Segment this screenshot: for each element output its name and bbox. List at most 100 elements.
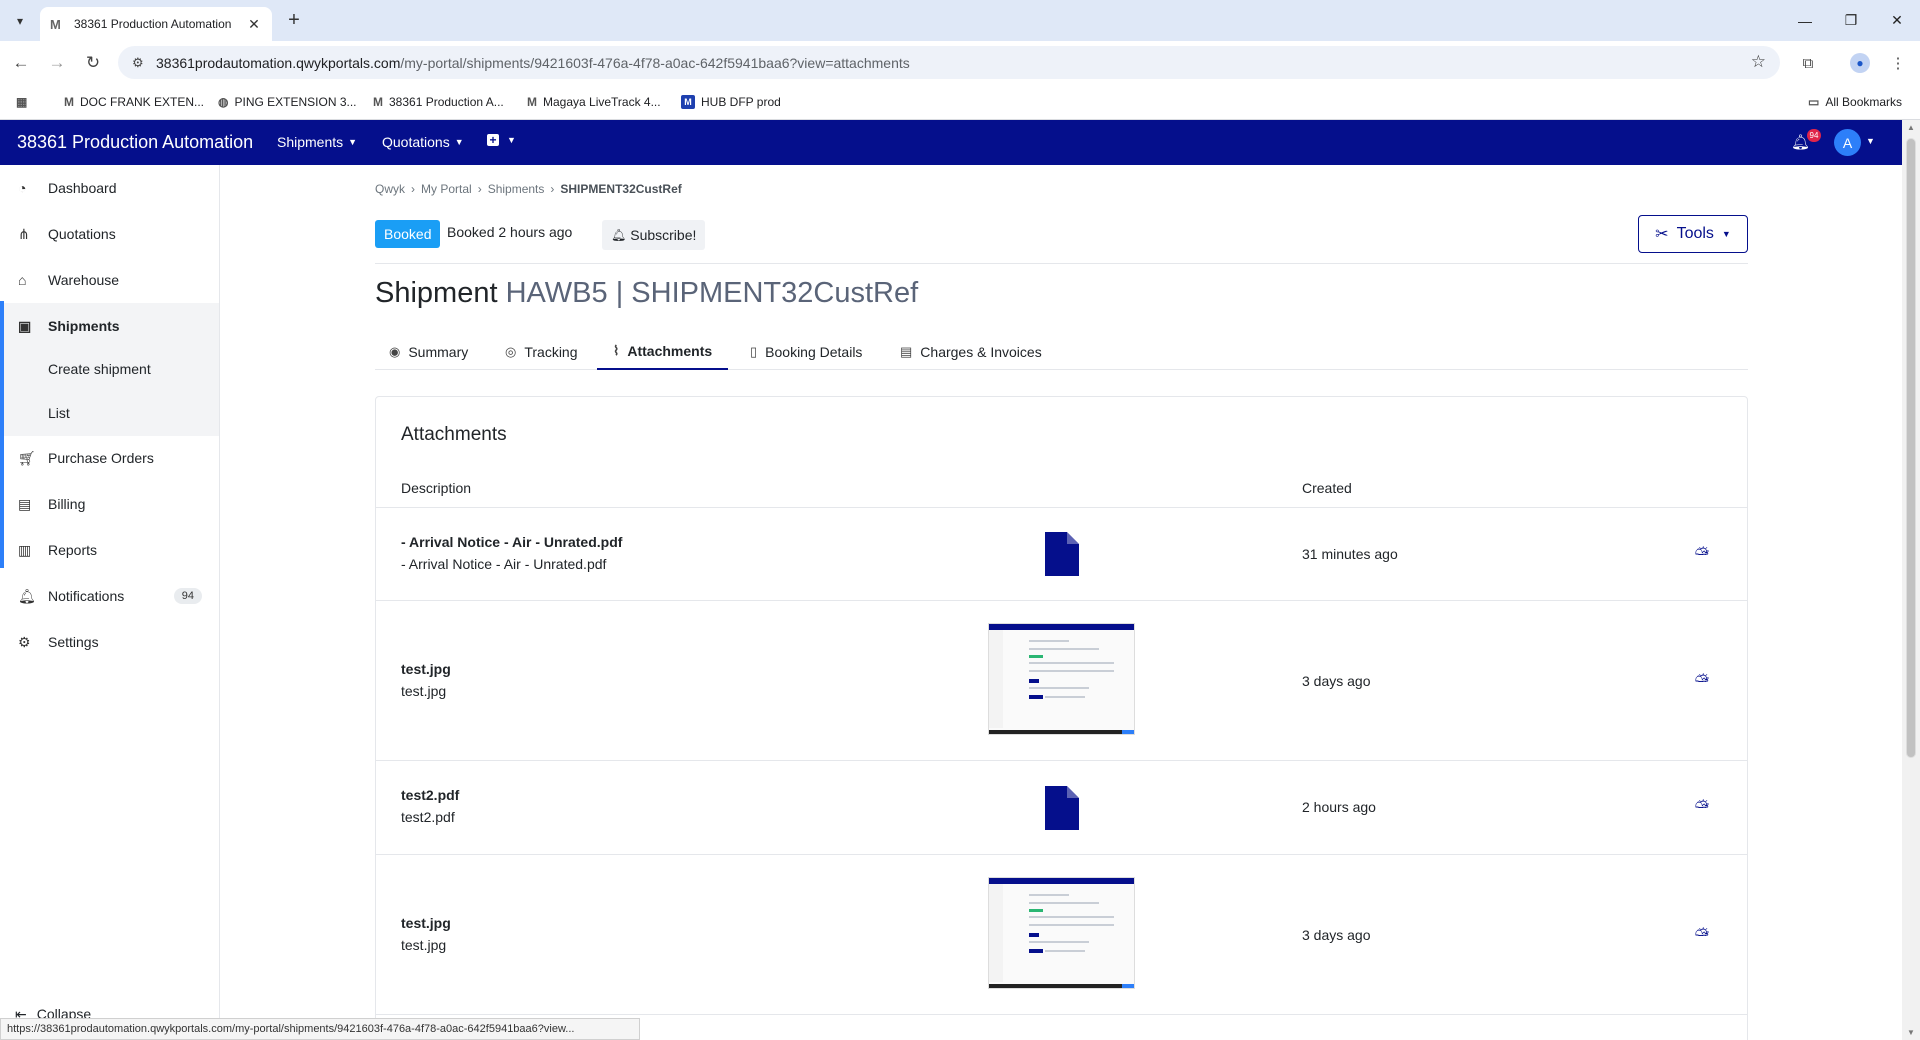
attachment-name[interactable]: test2.pdf bbox=[401, 787, 459, 803]
sidebar-item-quotations[interactable]: ⋔ Quotations bbox=[0, 211, 219, 257]
link-preview-statusbar: https://38361prodautomation.qwykportals.… bbox=[0, 1018, 640, 1040]
download-cloud-icon[interactable]: ⛅︎ bbox=[1690, 923, 1714, 947]
browser-menu-icon[interactable]: ⋮ bbox=[1886, 51, 1910, 75]
shipments-icon: ▣ bbox=[18, 317, 32, 334]
browser-tabstrip: ▾ M 38361 Production Automation ✕ + — ❐ … bbox=[0, 0, 1920, 41]
bookmark-item[interactable]: M DOC FRANK EXTEN... bbox=[64, 93, 204, 111]
column-header-description: Description bbox=[401, 480, 472, 496]
scrollbar-thumb[interactable] bbox=[1906, 138, 1916, 758]
nav-quotations[interactable]: Quotations ▼ bbox=[382, 134, 464, 150]
reload-icon[interactable]: ↻ bbox=[80, 50, 106, 76]
create-menu-button[interactable]: + ▼ bbox=[487, 134, 516, 146]
url-domain: 38361prodautomation.qwykportals.com bbox=[156, 54, 401, 71]
attachment-created: 31 minutes ago bbox=[1302, 546, 1398, 562]
bell-icon: 🔔︎ bbox=[18, 587, 36, 604]
site-info-icon[interactable]: ⚙ bbox=[132, 55, 156, 71]
table-row[interactable]: test.jpg test.jpg 3 days ago ⛅︎ bbox=[376, 855, 1747, 1015]
subscribe-button[interactable]: 🔔︎ Subscribe! bbox=[602, 220, 706, 250]
sidebar: ◔ Dashboard ⋔ Quotations ⌂ Warehouse ▣ Shipm… bbox=[0, 165, 220, 1040]
brand-title[interactable]: 38361 Production Automation bbox=[17, 132, 253, 153]
table-row[interactable]: test.jpg test.jpg 3 days ago ⛅︎ bbox=[376, 601, 1747, 761]
minimize-icon[interactable]: — bbox=[1782, 0, 1828, 41]
chevron-down-icon: ▼ bbox=[507, 135, 516, 145]
tab-attachments[interactable]: ⌇ Attachments bbox=[597, 333, 729, 370]
browser-tab[interactable]: M 38361 Production Automation ✕ bbox=[40, 7, 272, 41]
app-header: 38361 Production Automation Shipments ▼ Q… bbox=[0, 120, 1902, 165]
new-tab-icon[interactable]: + bbox=[282, 9, 306, 33]
extensions-icon[interactable]: ⧉ bbox=[1796, 51, 1820, 75]
image-thumbnail[interactable] bbox=[988, 623, 1135, 735]
bookmark-item[interactable]: M HUB DFP prod bbox=[681, 93, 781, 111]
pdf-file-icon[interactable] bbox=[1045, 532, 1079, 576]
table-row[interactable]: - Arrival Notice - Air - Unrated.pdf - A… bbox=[376, 508, 1747, 601]
sidebar-item-shipments[interactable]: ▣ Shipments bbox=[0, 303, 219, 349]
sidebar-item-notifications[interactable]: 🔔︎ Notifications 94 bbox=[0, 573, 219, 619]
bookmarks-bar: ▦ M DOC FRANK EXTEN... ◍ PING EXTENSION 3.… bbox=[0, 84, 1920, 120]
sidebar-item-warehouse[interactable]: ⌂ Warehouse bbox=[0, 257, 219, 303]
attachment-created: 3 days ago bbox=[1302, 927, 1371, 943]
attachment-created: 3 days ago bbox=[1302, 673, 1371, 689]
breadcrumb-shipments[interactable]: Shipments bbox=[488, 182, 545, 196]
avatar[interactable]: A bbox=[1834, 129, 1861, 156]
attachment-filename: test2.pdf bbox=[401, 809, 455, 825]
back-icon[interactable]: ← bbox=[8, 50, 34, 76]
attachments-card: Attachments Description Created - Arriva… bbox=[375, 396, 1748, 1040]
booked-time: Booked 2 hours ago bbox=[447, 224, 573, 240]
chevron-down-icon[interactable]: ▼ bbox=[1866, 136, 1875, 146]
quotations-icon: ⋔ bbox=[18, 225, 30, 242]
all-bookmarks[interactable]: ▭ All Bookmarks bbox=[1808, 93, 1902, 111]
address-bar[interactable]: ⚙ 38361prodautomation.qwykportals.com/my… bbox=[118, 46, 1780, 79]
divider bbox=[375, 263, 1748, 264]
bookmark-item[interactable]: M Magaya LiveTrack 4... bbox=[527, 93, 661, 111]
tab-booking-details[interactable]: ▯ Booking Details bbox=[750, 333, 862, 370]
bell-icon: 🔔︎ bbox=[611, 228, 627, 242]
attachment-name[interactable]: test.jpg bbox=[401, 915, 451, 931]
download-cloud-icon[interactable]: ⛅︎ bbox=[1690, 542, 1714, 566]
notification-badge: 94 bbox=[1807, 129, 1821, 142]
tools-icon: ✂ bbox=[1655, 226, 1669, 243]
sidebar-item-billing[interactable]: ▤ Billing bbox=[0, 481, 219, 527]
tab-charges-invoices[interactable]: ▤ Charges & Invoices bbox=[900, 333, 1042, 370]
tab-search-chevron-icon[interactable]: ▾ bbox=[8, 9, 32, 33]
dashboard-icon: ◔ bbox=[18, 180, 27, 196]
cart-icon: 🛒︎ bbox=[18, 449, 36, 466]
tools-dropdown-button[interactable]: ✂ Tools ▼ bbox=[1638, 215, 1748, 253]
window-close-icon[interactable]: ✕ bbox=[1874, 0, 1920, 41]
attachment-name[interactable]: test.jpg bbox=[401, 661, 451, 677]
browser-toolbar: ← → ↻ ⚙ 38361prodautomation.qwykportals.… bbox=[0, 41, 1920, 84]
page-scrollbar[interactable]: ▲ ▼ bbox=[1902, 120, 1920, 1040]
nav-shipments[interactable]: Shipments ▼ bbox=[277, 134, 357, 150]
apps-grid-icon[interactable]: ▦ bbox=[16, 93, 33, 111]
attachment-name[interactable]: - Arrival Notice - Air - Unrated.pdf bbox=[401, 534, 622, 550]
forward-icon[interactable]: → bbox=[44, 50, 70, 76]
image-thumbnail[interactable] bbox=[988, 877, 1135, 989]
sidebar-item-reports[interactable]: ▥ Reports bbox=[0, 527, 219, 573]
folder-icon: ▭ bbox=[1808, 95, 1820, 109]
tracking-icon: ◎ bbox=[505, 343, 517, 359]
bookmark-star-icon[interactable]: ☆ bbox=[1751, 52, 1766, 72]
breadcrumb-qwyk[interactable]: Qwyk bbox=[375, 182, 405, 196]
sidebar-item-purchase-orders[interactable]: 🛒︎ Purchase Orders bbox=[0, 435, 219, 481]
pdf-file-icon[interactable] bbox=[1045, 786, 1079, 830]
document-icon: ▯ bbox=[750, 343, 758, 359]
tab-summary[interactable]: ◉ Summary bbox=[389, 333, 468, 370]
reports-icon: ▥ bbox=[18, 541, 32, 558]
chevron-down-icon: ▼ bbox=[1721, 229, 1731, 239]
url-path: /my-portal/shipments/9421603f-476a-4f78-… bbox=[400, 54, 910, 71]
sidebar-sub-create-shipment[interactable]: Create shipment bbox=[0, 348, 219, 390]
download-cloud-icon[interactable]: ⛅︎ bbox=[1690, 669, 1714, 693]
table-row[interactable]: test2.pdf test2.pdf 2 hours ago ⛅︎ bbox=[376, 761, 1747, 855]
tab-favicon: M bbox=[50, 16, 61, 32]
profile-icon[interactable]: ● bbox=[1848, 51, 1872, 75]
tab-close-icon[interactable]: ✕ bbox=[246, 16, 262, 33]
restore-icon[interactable]: ❐ bbox=[1828, 0, 1874, 41]
sidebar-item-dashboard[interactable]: ◔ Dashboard bbox=[0, 165, 219, 211]
rss-icon: ◉ bbox=[389, 343, 401, 359]
bookmark-item[interactable]: M 38361 Production A... bbox=[373, 93, 504, 111]
sidebar-sub-list[interactable]: List bbox=[0, 390, 219, 436]
breadcrumb-my-portal[interactable]: My Portal bbox=[421, 182, 472, 196]
bookmark-item[interactable]: ◍ PING EXTENSION 3... bbox=[218, 93, 357, 111]
download-cloud-icon[interactable]: ⛅︎ bbox=[1690, 795, 1714, 819]
sidebar-item-settings[interactable]: ⚙ Settings bbox=[0, 619, 219, 665]
tab-tracking[interactable]: ◎ Tracking bbox=[505, 333, 578, 370]
